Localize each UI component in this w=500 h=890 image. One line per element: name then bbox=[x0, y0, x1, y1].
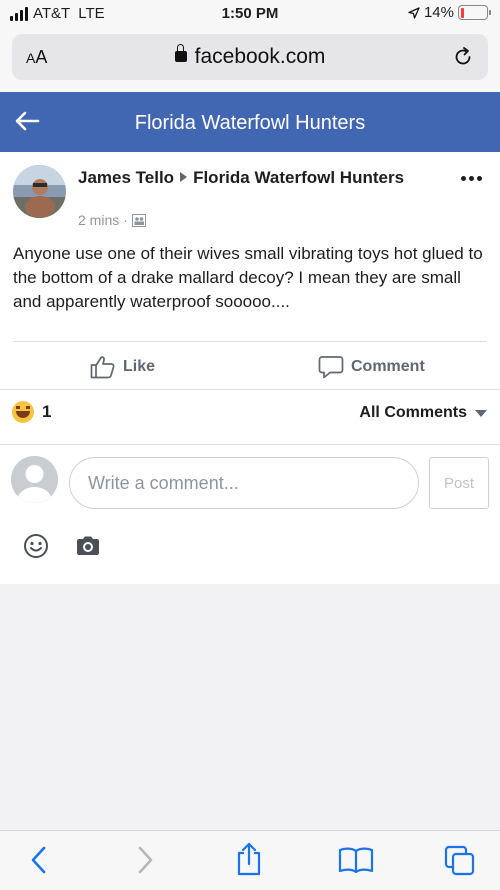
comment-input[interactable] bbox=[69, 457, 419, 509]
back-icon[interactable] bbox=[28, 845, 50, 875]
group-name[interactable]: Florida Waterfowl Hunters bbox=[193, 168, 404, 187]
author-name[interactable]: James Tello bbox=[78, 168, 174, 187]
comment-button[interactable]: Comment bbox=[318, 352, 425, 382]
speech-bubble-icon bbox=[318, 356, 344, 379]
divider bbox=[0, 444, 500, 445]
battery-icon bbox=[458, 5, 491, 20]
comment-label: Comment bbox=[351, 358, 425, 375]
post-card: James Tello Florida Waterfowl Hunters 2 m… bbox=[0, 152, 500, 584]
share-icon[interactable] bbox=[234, 841, 264, 877]
like-button[interactable]: Like bbox=[90, 352, 155, 382]
url-text: facebook.com bbox=[194, 45, 326, 68]
battery-fill bbox=[460, 7, 464, 18]
status-bar: AT&T LTE 1:50 PM 14% bbox=[0, 0, 500, 28]
thumbs-up-icon bbox=[90, 356, 115, 379]
reaction-count: 1 bbox=[42, 402, 52, 421]
location-icon bbox=[408, 6, 420, 19]
lock-icon bbox=[174, 44, 187, 62]
post-body: Anyone use one of their wives small vibr… bbox=[13, 244, 483, 311]
group-privacy-icon bbox=[131, 213, 146, 227]
camera-icon[interactable] bbox=[75, 535, 101, 557]
battery-percent: 14% bbox=[423, 4, 454, 21]
tabs-icon[interactable] bbox=[444, 845, 476, 877]
arrow-right-icon bbox=[180, 172, 188, 182]
browser-toolbar bbox=[0, 830, 500, 890]
reaction-summary[interactable]: 1 bbox=[12, 401, 51, 423]
bookmarks-icon[interactable] bbox=[338, 846, 374, 874]
haha-emoji-icon bbox=[12, 401, 34, 423]
divider bbox=[0, 389, 500, 390]
page-title: Florida Waterfowl Hunters bbox=[134, 112, 366, 134]
group-header: Florida Waterfowl Hunters bbox=[0, 92, 500, 152]
divider bbox=[13, 341, 487, 342]
post-author-line: James Tello Florida Waterfowl Hunters bbox=[78, 166, 438, 189]
address-bar[interactable]: AA facebook.com bbox=[12, 34, 488, 80]
post-meta: 2 mins · bbox=[78, 212, 146, 228]
post-comment-button[interactable]: Post bbox=[429, 457, 489, 509]
current-user-avatar bbox=[11, 456, 58, 503]
default-avatar-icon bbox=[11, 456, 58, 503]
comments-filter-dropdown[interactable]: All Comments bbox=[359, 404, 487, 422]
forward-icon[interactable] bbox=[134, 845, 156, 875]
like-label: Like bbox=[123, 358, 156, 375]
author-avatar[interactable] bbox=[13, 165, 66, 218]
more-options-icon[interactable] bbox=[461, 176, 482, 181]
comments-filter-label: All Comments bbox=[359, 404, 467, 421]
status-right: 14% bbox=[408, 4, 491, 21]
avatar-image bbox=[13, 165, 66, 218]
url-display[interactable]: facebook.com bbox=[12, 44, 488, 69]
caret-down-icon bbox=[475, 409, 487, 417]
post-time[interactable]: 2 mins · bbox=[78, 212, 128, 228]
emoji-icon[interactable] bbox=[23, 533, 49, 559]
reload-icon[interactable] bbox=[452, 46, 474, 68]
browser-url-area: AA facebook.com bbox=[0, 28, 500, 92]
